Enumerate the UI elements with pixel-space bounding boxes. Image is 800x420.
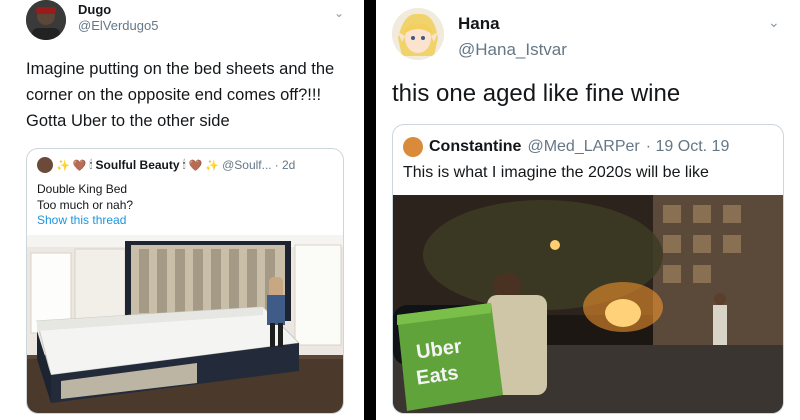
quoted-avatar[interactable] bbox=[37, 157, 53, 173]
heart-icon: 🤎 bbox=[188, 159, 203, 172]
quoted-tweet-text: Double King Bed Too much or nah? bbox=[37, 181, 133, 213]
avatar[interactable] bbox=[392, 8, 444, 60]
quoted-author-handle[interactable]: @Med_LARPer bbox=[527, 138, 639, 156]
tweet-text: Imagine putting on the bed sheets and th… bbox=[26, 60, 335, 130]
street-fire-photo[interactable]: Uber Eats bbox=[393, 195, 784, 414]
candle-icon: 🕯 bbox=[89, 158, 93, 171]
sparkles-icon: ✨ bbox=[56, 159, 70, 172]
quoted-tweet-header: Constantine @Med_LARPer · 19 Oct. 19 bbox=[403, 137, 729, 157]
avatar-image bbox=[392, 8, 444, 60]
tweet-card-left: ⌄ Dugo @ElVerdugo5 Imagine putting on th… bbox=[0, 0, 364, 420]
quoted-tweet-text: This is what I imagine the 2020s will be… bbox=[403, 164, 709, 181]
quoted-tweet-time: · 2d bbox=[274, 158, 296, 172]
quoted-tweet[interactable]: ✨ 🤎 🕯 Soulful Beauty 🕯 🤎 ✨ @Soulf... · 2… bbox=[26, 148, 344, 414]
quoted-author-name[interactable]: Constantine bbox=[429, 138, 521, 156]
quoted-text-line: Double King Bed bbox=[37, 182, 128, 196]
author-name[interactable]: Hana bbox=[458, 14, 500, 34]
heart-icon: 🤎 bbox=[72, 159, 87, 172]
author-handle[interactable]: @ElVerdugo5 bbox=[78, 18, 158, 33]
chevron-down-icon[interactable]: ⌄ bbox=[334, 6, 344, 20]
quoted-tweet-time: · 19 Oct. 19 bbox=[645, 138, 730, 155]
show-thread-link[interactable]: Show this thread bbox=[37, 213, 126, 227]
quoted-tweet-header: ✨ 🤎 🕯 Soulful Beauty 🕯 🤎 ✨ @Soulf... · 2… bbox=[37, 157, 295, 173]
quoted-tweet[interactable]: Constantine @Med_LARPer · 19 Oct. 19 Thi… bbox=[392, 124, 784, 414]
sparkles-icon: ✨ bbox=[205, 159, 220, 172]
quoted-author-name[interactable]: Soulful Beauty bbox=[96, 158, 180, 172]
tweet-text: this one aged like fine wine bbox=[392, 80, 681, 107]
avatar-image bbox=[26, 0, 66, 40]
bed-photo[interactable] bbox=[27, 235, 344, 414]
chevron-down-icon[interactable]: ⌄ bbox=[768, 14, 780, 31]
quoted-text-line: Too much or nah? bbox=[37, 198, 134, 212]
avatar[interactable] bbox=[26, 0, 66, 40]
quoted-author-handle[interactable]: @Soulf... bbox=[222, 158, 272, 172]
author-name[interactable]: Dugo bbox=[78, 2, 111, 17]
author-handle[interactable]: @Hana_Istvar bbox=[458, 40, 567, 60]
candle-icon: 🕯 bbox=[182, 158, 186, 171]
quoted-avatar[interactable] bbox=[403, 137, 423, 157]
